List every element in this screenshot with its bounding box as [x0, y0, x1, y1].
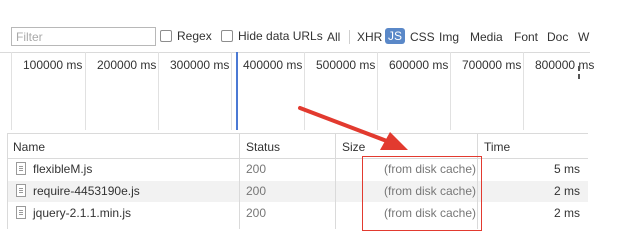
annotation-arrow-icon: [298, 106, 408, 150]
